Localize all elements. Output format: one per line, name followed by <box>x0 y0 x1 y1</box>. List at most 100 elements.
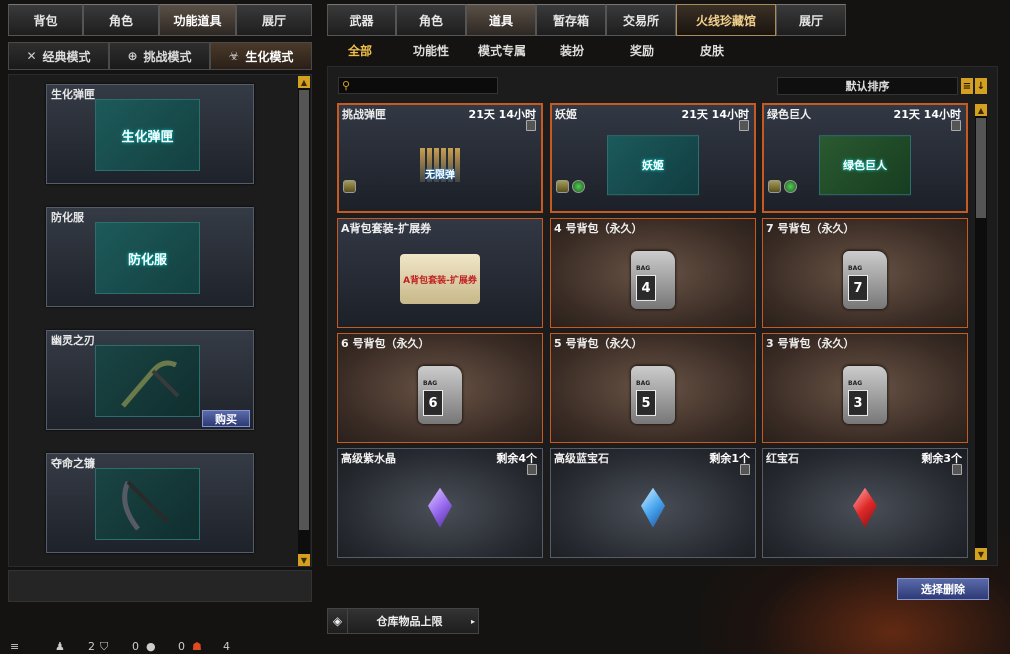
tab-weapons[interactable]: 武器 <box>327 4 396 36</box>
category-functional[interactable]: 功能性 <box>413 42 449 59</box>
list-item[interactable]: 夺命之镰 <box>46 453 254 553</box>
scroll-down-icon[interactable]: ▼ <box>298 554 310 566</box>
item-card[interactable]: 5 号背包（永久） BAG 5 <box>550 333 756 443</box>
sort-order-icon[interactable]: ↓ <box>975 78 987 94</box>
category-rewards[interactable]: 奖励 <box>630 42 654 59</box>
item-name: 红宝石 <box>766 452 799 465</box>
item-card[interactable]: 高级紫水晶 剩余4个 <box>337 448 543 558</box>
scroll-down-icon[interactable]: ▼ <box>975 548 987 560</box>
trash-icon[interactable] <box>526 120 536 131</box>
list-item[interactable]: 生化弹匣 生化弹匣 <box>46 84 254 184</box>
ticket-icon: A背包套装-扩展券 <box>400 254 480 304</box>
mode-badge-icon <box>768 180 781 193</box>
tab-collection[interactable]: 火线珍藏馆 <box>676 4 776 36</box>
trash-icon[interactable] <box>527 464 537 475</box>
item-card[interactable]: 红宝石 剩余3个 <box>762 448 968 558</box>
backpack-icon: BAG 3 <box>843 365 887 424</box>
item-card[interactable]: A背包套装-扩展券 A背包套装-扩展券 <box>337 218 543 328</box>
search-input[interactable]: ⚲ <box>338 77 498 94</box>
scythe-icon <box>120 360 179 408</box>
item-name: 绿色巨人 <box>767 108 811 121</box>
item-image: 生化弹匣 <box>95 99 200 171</box>
item-name: 妖姬 <box>555 108 577 121</box>
mode-badge-icon <box>343 180 356 193</box>
item-image: A背包套装-扩展券 <box>400 254 480 304</box>
layers-icon: ◈ <box>328 609 348 633</box>
item-card[interactable]: 绿色巨人 21天 14小时 绿色巨人 <box>762 103 968 213</box>
biohazard-badge-icon <box>572 180 585 193</box>
item-image-text: 妖姬 <box>607 135 699 196</box>
menu-icon[interactable]: ≡ <box>10 640 19 653</box>
chat-icon[interactable]: ● <box>146 640 156 653</box>
biohazard-badge-icon <box>784 180 797 193</box>
item-card[interactable]: 妖姬 21天 14小时 妖姬 <box>550 103 756 213</box>
list-item[interactable]: 幽灵之刃 购买 <box>46 330 254 430</box>
category-mode-exclusive[interactable]: 模式专属 <box>478 42 526 59</box>
item-name: 4 号背包（永久） <box>554 222 643 235</box>
item-card[interactable]: 挑战弹匣 21天 14小时 无限弹 <box>337 103 543 213</box>
status-count: 2 <box>88 640 95 653</box>
tab-label: 生化模式 <box>245 49 294 64</box>
amethyst-icon <box>428 487 452 528</box>
mode-badge-icon <box>556 180 569 193</box>
ruby-icon <box>853 487 877 528</box>
buy-button[interactable]: 购买 <box>202 410 250 427</box>
tab-showroom-right[interactable]: 展厅 <box>776 4 846 36</box>
select-delete-button[interactable]: 选择删除 <box>897 578 989 600</box>
scroll-up-icon[interactable]: ▲ <box>975 104 987 116</box>
item-name: 挑战弹匣 <box>342 108 386 121</box>
sort-dropdown[interactable]: 默认排序 <box>777 77 958 95</box>
tab-storage-box[interactable]: 暂存箱 <box>536 4 606 36</box>
right-scrollbar[interactable]: ▲ ▼ <box>975 104 987 560</box>
trash-icon[interactable] <box>740 464 750 475</box>
category-dressup[interactable]: 装扮 <box>560 42 584 59</box>
tab-function-items[interactable]: 功能道具 <box>159 4 236 36</box>
trash-icon[interactable] <box>951 120 961 131</box>
item-image <box>95 468 200 540</box>
scroll-thumb[interactable] <box>976 118 986 218</box>
storage-limit-label: 仓库物品上限 <box>376 615 443 628</box>
item-image: 妖姬 <box>607 135 699 196</box>
left-scrollbar[interactable]: ▲ ▼ <box>298 76 310 566</box>
tab-biohazard-mode[interactable]: ☣ 生化模式 <box>210 42 312 70</box>
status-count: 0 <box>178 640 185 653</box>
item-card[interactable]: 7 号背包（永久） BAG 7 <box>762 218 968 328</box>
item-name: 高级紫水晶 <box>341 452 396 465</box>
demon-icon: ☗ <box>192 640 202 653</box>
item-image: 无限弹 <box>405 139 475 189</box>
item-image: 绿色巨人 <box>819 135 911 196</box>
item-image-text: 无限弹 <box>425 169 455 181</box>
tab-challenge-mode[interactable]: ⊕ 挑战模式 <box>109 42 210 70</box>
list-view-icon[interactable]: ≡ <box>961 78 973 94</box>
storage-limit-button[interactable]: ◈ 仓库物品上限 ▸ <box>327 608 479 634</box>
tab-showroom[interactable]: 展厅 <box>236 4 312 36</box>
backpack-icon: BAG 5 <box>631 365 675 424</box>
category-all[interactable]: 全部 <box>348 42 372 59</box>
item-image-text: 绿色巨人 <box>819 135 911 196</box>
search-field[interactable] <box>355 78 495 93</box>
scroll-thumb[interactable] <box>299 90 309 530</box>
sapphire-icon <box>641 487 665 528</box>
item-name: 6 号背包（永久） <box>341 337 430 350</box>
trash-icon[interactable] <box>952 464 962 475</box>
tab-character-right[interactable]: 角色 <box>396 4 466 36</box>
item-card[interactable]: 4 号背包（永久） BAG 4 <box>550 218 756 328</box>
category-skins[interactable]: 皮肤 <box>700 42 724 59</box>
tab-items[interactable]: 道具 <box>466 4 536 36</box>
item-card[interactable]: 高级蓝宝石 剩余1个 <box>550 448 756 558</box>
item-name: 高级蓝宝石 <box>554 452 609 465</box>
list-item[interactable]: 防化服 防化服 <box>46 207 254 307</box>
status-count: 4 <box>223 640 230 653</box>
status-count: 0 <box>132 640 139 653</box>
tab-backpack[interactable]: 背包 <box>8 4 83 36</box>
item-card[interactable]: 6 号背包（永久） BAG 6 <box>337 333 543 443</box>
trash-icon[interactable] <box>739 120 749 131</box>
tab-classic-mode[interactable]: ✕ 经典模式 <box>8 42 109 70</box>
tab-character[interactable]: 角色 <box>83 4 159 36</box>
tab-label: 经典模式 <box>42 49 91 64</box>
left-footer <box>8 570 312 602</box>
item-card[interactable]: 3 号背包（永久） BAG 3 <box>762 333 968 443</box>
tab-exchange[interactable]: 交易所 <box>606 4 676 36</box>
scroll-up-icon[interactable]: ▲ <box>298 76 310 88</box>
shield-icon: ⛉ <box>100 640 109 653</box>
